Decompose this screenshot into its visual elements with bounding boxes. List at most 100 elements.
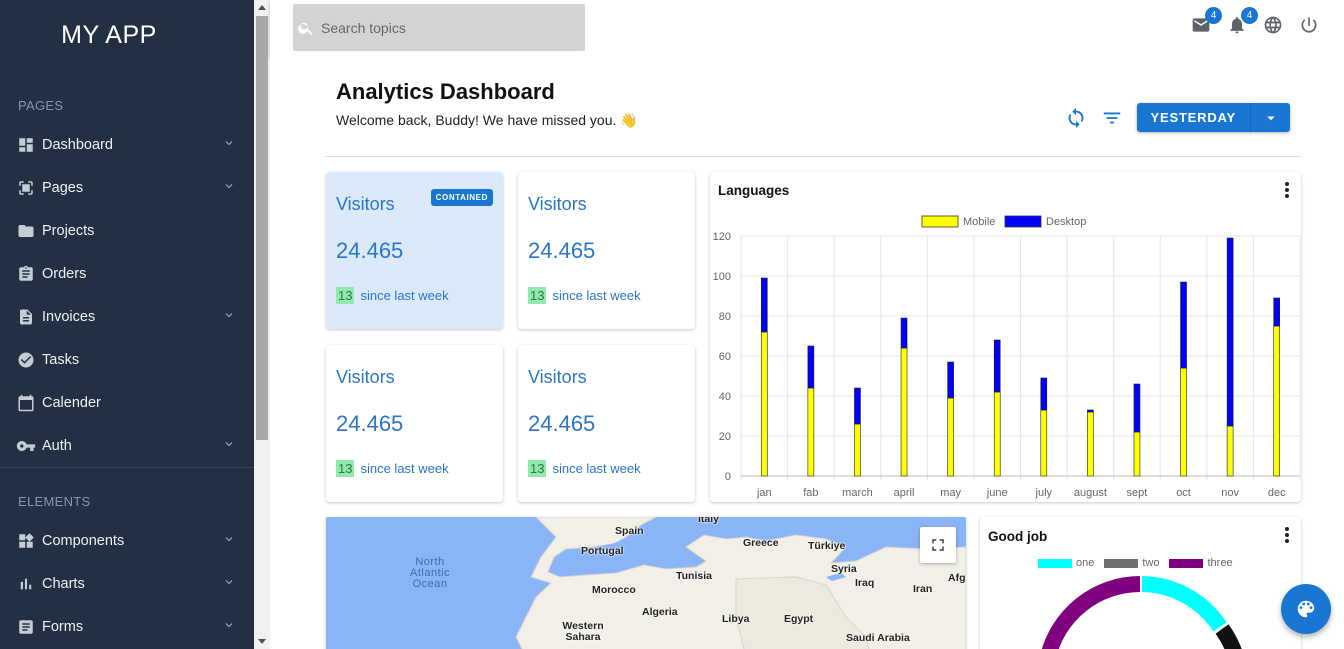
stat-card[interactable]: Visitors 24.465 13 since last week — [518, 172, 695, 329]
map-label-saudi-arabia: Saudi Arabia — [846, 632, 910, 644]
clipboard-icon — [16, 264, 36, 284]
sidebar-item-label: Dashboard — [42, 136, 113, 153]
bar-desktop-nov — [1226, 237, 1234, 427]
language-button[interactable] — [1262, 12, 1284, 42]
filter-icon[interactable] — [1101, 107, 1123, 129]
map-label-egypt: Egypt — [784, 613, 814, 625]
refresh-icon[interactable] — [1065, 107, 1087, 129]
map-card[interactable]: North Atlantic Ocean Italy Spain Portugal … — [326, 517, 966, 649]
sidebar-item-label: Orders — [42, 265, 87, 282]
sidebar-item-orders[interactable]: Orders — [0, 252, 254, 295]
bar-mobile-march — [854, 423, 861, 477]
contained-chip[interactable]: CONTAINED — [430, 189, 493, 206]
sidebar-item-calender[interactable]: Calender — [0, 381, 254, 424]
sidebar-item-tasks[interactable]: Tasks — [0, 338, 254, 381]
legend-swatch — [921, 215, 959, 228]
section-title-pages: PAGES — [18, 98, 64, 113]
stat-value: 24.465 — [528, 238, 596, 263]
form-icon — [16, 617, 36, 637]
scroll-up-arrow[interactable] — [258, 5, 266, 10]
sidebar-scrollbar[interactable] — [254, 0, 270, 649]
stat-card[interactable]: Visitors 24.465 13 since last week — [326, 345, 503, 502]
sidebar-item-auth[interactable]: Auth — [0, 424, 254, 467]
stat-value: 24.465 — [528, 411, 596, 436]
x-tick-label: oct — [1176, 487, 1191, 499]
power-button[interactable] — [1298, 12, 1320, 42]
stat-since: since last week — [552, 288, 641, 303]
fullscreen-icon — [928, 535, 948, 555]
stat-change: 13 — [528, 460, 547, 477]
legend-label: Desktop — [1046, 216, 1086, 228]
stat-card[interactable]: Visitors CONTAINED 24.465 13 since last … — [326, 172, 503, 329]
caret-down-icon — [1262, 109, 1280, 127]
document-icon — [16, 307, 36, 327]
donut-segment-one — [1141, 576, 1227, 632]
map-label-tunisia: Tunisia — [676, 570, 712, 582]
sidebar-item-dashboard[interactable]: Dashboard — [0, 123, 254, 166]
mail-badge: 4 — [1205, 7, 1222, 24]
search-box[interactable] — [293, 4, 585, 51]
date-range-button[interactable]: YESTERDAY — [1136, 103, 1250, 132]
stat-since: since last week — [552, 461, 641, 476]
legend-item-mobile[interactable]: Mobile — [921, 215, 995, 228]
pages-icon — [16, 178, 36, 198]
stat-title: Visitors — [528, 194, 587, 214]
chevron-down-icon — [222, 618, 236, 636]
map-label-libya: Libya — [722, 613, 750, 625]
topbar-actions: 4 4 — [1190, 7, 1320, 42]
stat-title: Visitors — [528, 367, 587, 387]
date-range-dropdown[interactable] — [1250, 103, 1290, 132]
map-label-iraq: Iraq — [855, 577, 875, 589]
scroll-down-arrow[interactable] — [258, 639, 266, 644]
bar-mobile-may — [947, 397, 954, 477]
chevron-down-icon — [222, 179, 236, 197]
map-label-morocco: Morocco — [592, 584, 636, 596]
sidebar-item-pages[interactable]: Pages — [0, 166, 254, 209]
sidebar-item-label: Charts — [42, 575, 85, 592]
map-fullscreen-button[interactable] — [920, 527, 956, 563]
key-icon — [16, 436, 36, 456]
scrollbar-thumb[interactable] — [256, 16, 268, 440]
stat-footer: 13 since last week — [528, 460, 641, 477]
bar-desktop-august — [1087, 409, 1094, 413]
sidebar-item-components[interactable]: Components — [0, 519, 254, 562]
bar-mobile-august — [1087, 411, 1094, 477]
y-tick-label: 0 — [725, 471, 731, 483]
bar-desktop-oct — [1180, 281, 1187, 369]
donut-segment-three — [1041, 576, 1141, 649]
sidebar-item-charts[interactable]: Charts — [0, 562, 254, 605]
chevron-down-icon — [222, 308, 236, 326]
stat-change: 13 — [336, 287, 355, 304]
ocean-label: North Atlantic Ocean — [410, 556, 451, 590]
theme-customizer-button[interactable] — [1281, 584, 1331, 634]
stat-footer: 13 since last week — [528, 287, 641, 304]
stat-card[interactable]: Visitors 24.465 13 since last week — [518, 345, 695, 502]
y-tick-label: 120 — [713, 231, 731, 243]
check-circle-icon — [16, 350, 36, 370]
notifications-button[interactable]: 4 — [1226, 7, 1258, 42]
mail-button[interactable]: 4 — [1190, 7, 1222, 42]
y-tick-label: 80 — [719, 311, 731, 323]
x-tick-label: march — [842, 487, 873, 499]
map-label-spain: Spain — [615, 525, 644, 537]
sidebar-item-invoices[interactable]: Invoices — [0, 295, 254, 338]
bar-desktop-march — [854, 387, 861, 425]
dashboard-icon — [16, 135, 36, 155]
stat-value: 24.465 — [336, 411, 404, 436]
sidebar-item-projects[interactable]: Projects — [0, 209, 254, 252]
brand-logo[interactable]: MY APP — [0, 0, 254, 70]
welcome-message: Welcome back, Buddy! We have missed you.… — [336, 112, 638, 128]
bar-mobile-sept — [1133, 431, 1141, 477]
x-tick-label: june — [986, 487, 1008, 499]
search-input[interactable] — [321, 19, 561, 36]
map-label-turkiye: Türkiye — [808, 540, 846, 552]
legend-item-desktop[interactable]: Desktop — [1004, 215, 1086, 228]
topbar: 4 4 — [270, 0, 1344, 57]
widgets-icon — [16, 531, 36, 551]
bar-mobile-april — [900, 347, 908, 477]
stat-change: 13 — [336, 460, 355, 477]
bar-desktop-dec — [1273, 297, 1281, 327]
date-range-split-button[interactable]: YESTERDAY — [1136, 103, 1290, 132]
sidebar-item-forms[interactable]: Forms — [0, 605, 254, 648]
page-title: Analytics Dashboard — [336, 79, 555, 104]
